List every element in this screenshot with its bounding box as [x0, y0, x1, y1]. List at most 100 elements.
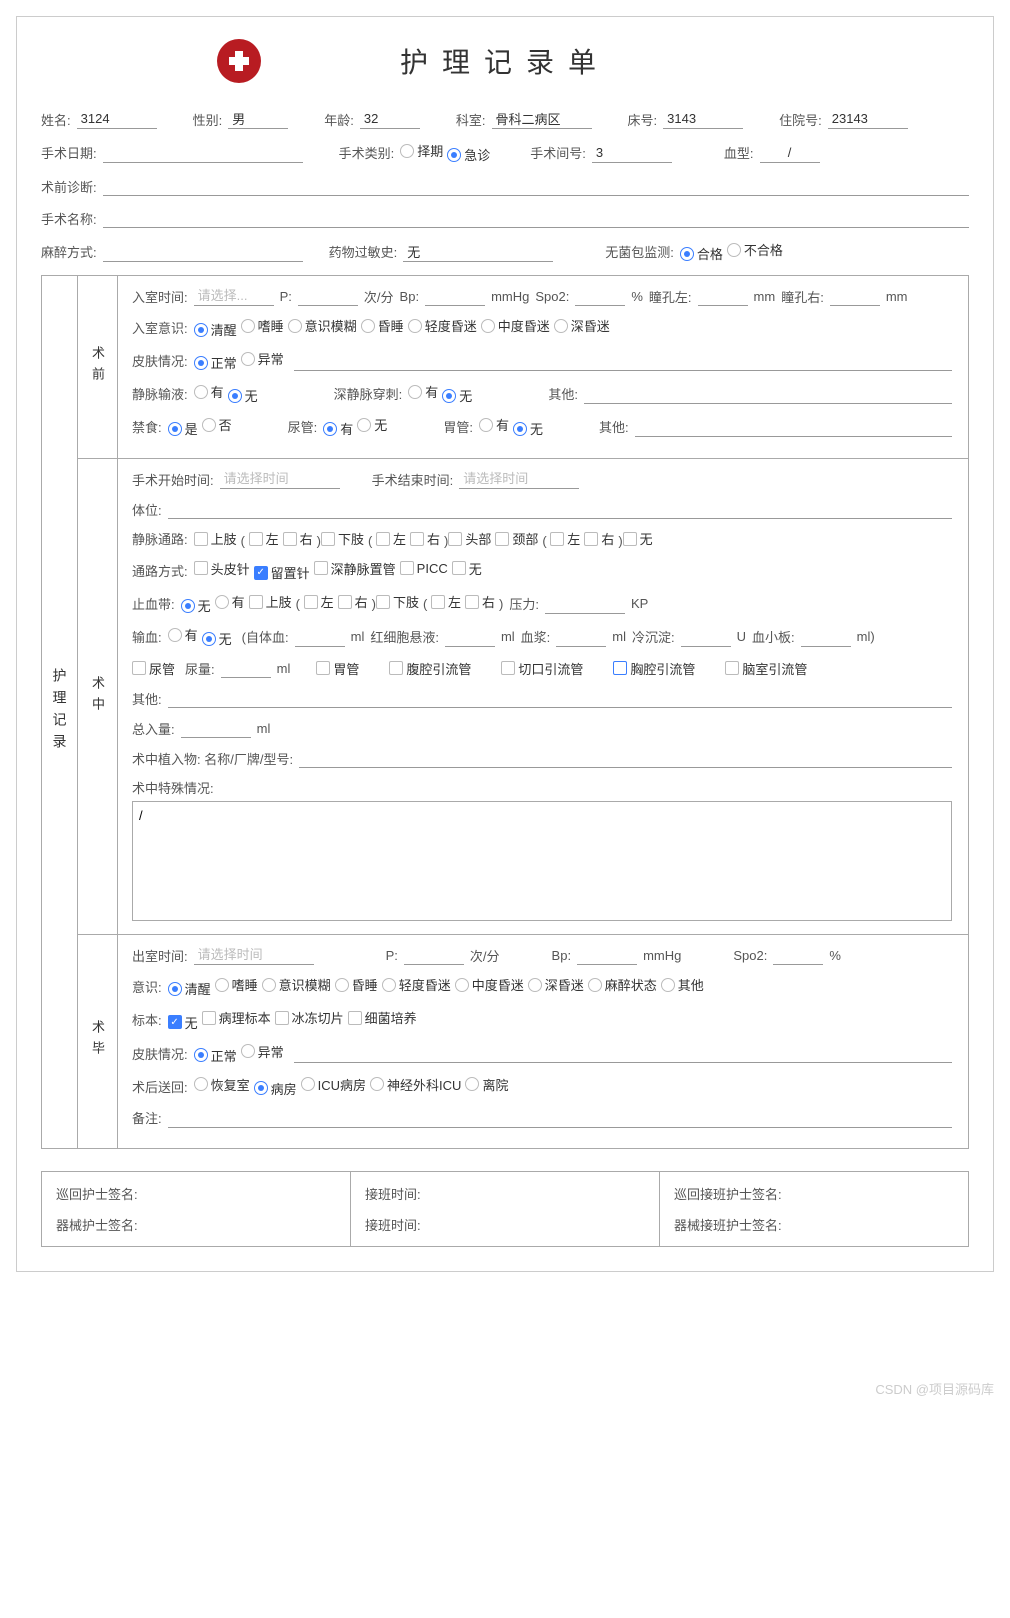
access-check-4[interactable]: 无	[452, 559, 482, 578]
spec-check-3[interactable]: 细菌培养	[348, 1008, 417, 1027]
plate-input[interactable]	[801, 627, 851, 647]
plasma-input[interactable]	[556, 627, 606, 647]
tourn-ctl-5[interactable]: 右	[338, 592, 368, 611]
vein-check-5[interactable]: 下肢	[321, 529, 364, 548]
pre-cath-radio-0[interactable]: 有	[323, 419, 353, 438]
start-time-input[interactable]	[220, 469, 340, 489]
note-input[interactable]	[168, 1108, 952, 1128]
pre-consc-radio-1[interactable]: 嗜睡	[241, 316, 284, 335]
position-input[interactable]	[168, 499, 952, 519]
trans-radio-0[interactable]: 有	[168, 625, 198, 644]
access-check-1[interactable]: 留置针	[254, 563, 310, 582]
p-input[interactable]	[298, 286, 358, 306]
pre-cath-radio-1[interactable]: 无	[357, 415, 387, 434]
entry-time-input[interactable]	[194, 286, 274, 306]
vein-check-16[interactable]: 无	[623, 529, 653, 548]
post-consc-radio-7[interactable]: 麻醉状态	[588, 975, 657, 994]
optype-radio-0[interactable]: 择期	[400, 141, 443, 160]
opdate-input[interactable]	[103, 143, 303, 163]
name-input[interactable]	[77, 109, 157, 129]
pre-fast-radio-1[interactable]: 否	[202, 415, 232, 434]
rbc-input[interactable]	[445, 627, 495, 647]
pre-consc-radio-0[interactable]: 清醒	[194, 320, 237, 339]
post-p-input[interactable]	[404, 945, 464, 965]
end-time-input[interactable]	[459, 469, 579, 489]
vein-check-0[interactable]: 上肢	[194, 529, 237, 548]
drain-check-3[interactable]: 切口引流管	[501, 659, 583, 678]
spo2-input[interactable]	[575, 286, 625, 306]
optype-radio-1[interactable]: 急诊	[447, 145, 490, 164]
vein-check-3[interactable]: 右	[283, 529, 313, 548]
pkg-radio-0[interactable]: 合格	[680, 244, 723, 263]
post-consc-radio-2[interactable]: 意识模糊	[262, 975, 331, 994]
access-check-2[interactable]: 深静脉置管	[314, 559, 396, 578]
drain-check-0[interactable]: 尿管	[132, 659, 175, 678]
pre-consc-radio-2[interactable]: 意识模糊	[288, 316, 357, 335]
post-bp-input[interactable]	[577, 945, 637, 965]
post-consc-radio-1[interactable]: 嗜睡	[215, 975, 258, 994]
vein-check-8[interactable]: 右	[410, 529, 440, 548]
tourn-ctl-1[interactable]: 有	[215, 592, 245, 611]
pupil-l-input[interactable]	[698, 286, 748, 306]
drain-check-5[interactable]: 脑室引流管	[725, 659, 807, 678]
blood-input[interactable]	[760, 143, 820, 163]
vein-check-2[interactable]: 左	[249, 529, 279, 548]
post-consc-radio-4[interactable]: 轻度昏迷	[382, 975, 451, 994]
pre-consc-radio-5[interactable]: 中度昏迷	[481, 316, 550, 335]
exit-time-input[interactable]	[194, 945, 314, 965]
bed-input[interactable]	[663, 109, 743, 129]
access-check-0[interactable]: 头皮针	[194, 559, 250, 578]
allergy-input[interactable]	[403, 242, 553, 262]
post-spo2-input[interactable]	[773, 945, 823, 965]
spec-check-0[interactable]: 无	[168, 1013, 198, 1032]
age-input[interactable]	[360, 109, 420, 129]
sex-input[interactable]	[228, 109, 288, 129]
pre-consc-radio-3[interactable]: 昏睡	[361, 316, 404, 335]
auto-input[interactable]	[295, 627, 345, 647]
other1-input[interactable]	[584, 384, 952, 404]
pre-iv-radio-1[interactable]: 无	[228, 386, 258, 405]
trans-radio-1[interactable]: 无	[202, 629, 232, 648]
vein-check-10[interactable]: 头部	[448, 529, 491, 548]
access-check-3[interactable]: PICC	[400, 561, 448, 576]
total-input[interactable]	[181, 718, 251, 738]
pre-gast-radio-0[interactable]: 有	[479, 415, 509, 434]
post-consc-radio-0[interactable]: 清醒	[168, 979, 211, 998]
pre-dvp-radio-0[interactable]: 有	[408, 382, 438, 401]
preop-input[interactable]	[103, 176, 969, 196]
drain-check-4[interactable]: 胸腔引流管	[613, 659, 695, 678]
dest-radio-4[interactable]: 离院	[465, 1075, 508, 1094]
skin-other-input[interactable]	[294, 351, 952, 371]
pkg-radio-1[interactable]: 不合格	[727, 240, 783, 259]
vein-check-11[interactable]: 颈部	[495, 529, 538, 548]
pre-iv-radio-0[interactable]: 有	[194, 382, 224, 401]
anes-input[interactable]	[103, 242, 303, 262]
dest-radio-1[interactable]: 病房	[254, 1079, 297, 1098]
pre-skin-radio-1[interactable]: 异常	[241, 349, 284, 368]
vein-check-14[interactable]: 右	[584, 529, 614, 548]
post-skin-radio-1[interactable]: 异常	[241, 1042, 284, 1061]
post-skin-input[interactable]	[294, 1043, 952, 1063]
bp-input[interactable]	[425, 286, 485, 306]
pre-skin-radio-0[interactable]: 正常	[194, 353, 237, 372]
implant-input[interactable]	[299, 748, 952, 768]
vein-check-7[interactable]: 左	[376, 529, 406, 548]
vein-check-13[interactable]: 左	[550, 529, 580, 548]
pre-fast-radio-0[interactable]: 是	[168, 419, 198, 438]
pre-consc-radio-6[interactable]: 深昏迷	[554, 316, 610, 335]
urine-input[interactable]	[221, 658, 271, 678]
mid-other-input[interactable]	[168, 688, 952, 708]
pre-dvp-radio-1[interactable]: 无	[442, 386, 472, 405]
cryo-input[interactable]	[681, 627, 731, 647]
opname-input[interactable]	[103, 208, 969, 228]
spec-check-1[interactable]: 病理标本	[202, 1008, 271, 1027]
adm-input[interactable]	[828, 109, 908, 129]
tourn-ctl-4[interactable]: 左	[304, 592, 334, 611]
other2-input[interactable]	[635, 417, 952, 437]
post-consc-radio-3[interactable]: 昏睡	[335, 975, 378, 994]
pre-gast-radio-1[interactable]: 无	[513, 419, 543, 438]
tourn-ctl-7[interactable]: 下肢	[376, 592, 419, 611]
pre-consc-radio-4[interactable]: 轻度昏迷	[408, 316, 477, 335]
press-input[interactable]	[545, 594, 625, 614]
spec-check-2[interactable]: 冰冻切片	[275, 1008, 344, 1027]
